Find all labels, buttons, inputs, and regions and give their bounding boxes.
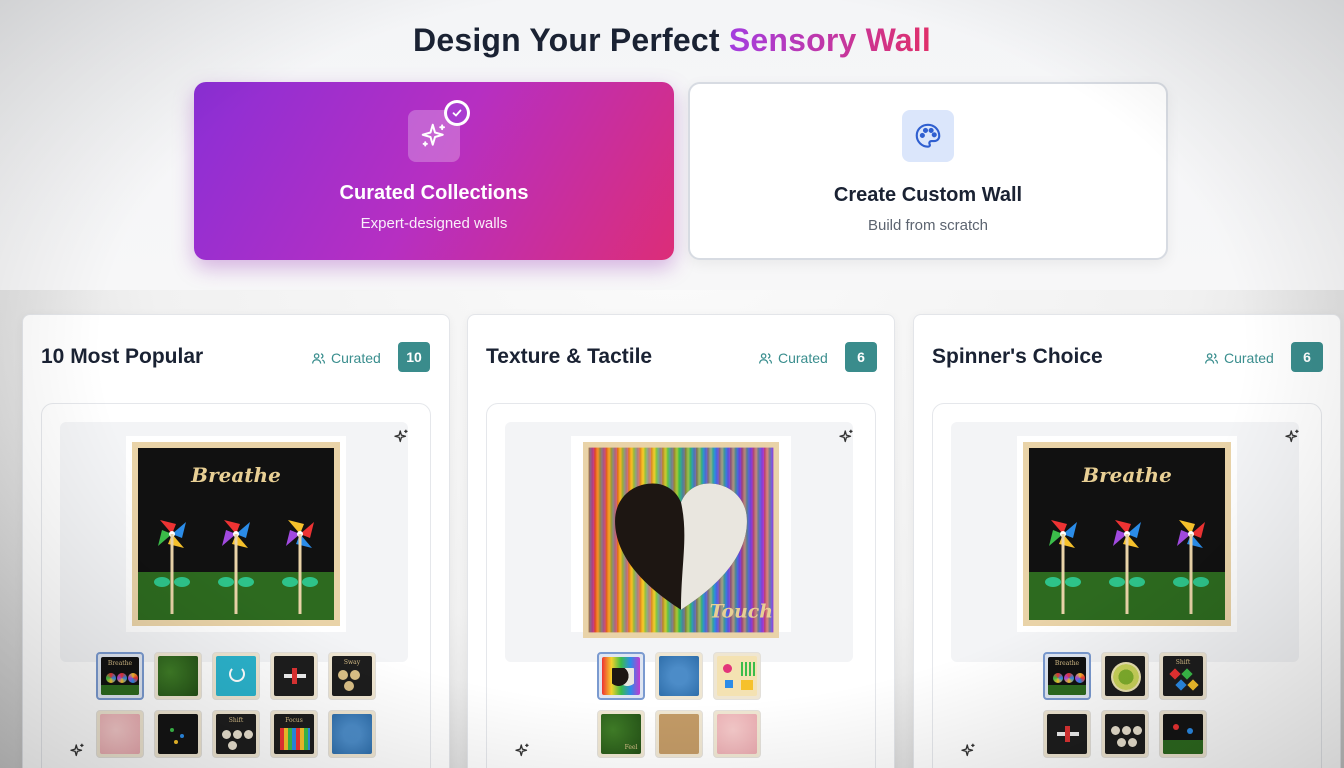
thumbnail-plane[interactable] [1043, 710, 1091, 758]
thumbnail-pinwheels[interactable]: Breathe [1043, 652, 1091, 700]
count-badge: 10 [398, 342, 430, 372]
thumbnail-dark-dots[interactable] [154, 710, 202, 758]
hero-image-pinwheels[interactable]: Breathe [126, 436, 346, 632]
curated-tag: Curated [311, 350, 381, 366]
sparkles-icon [513, 742, 531, 765]
collection-preview[interactable]: Breathe Breathe Shift [932, 403, 1322, 768]
thumbnail-cork[interactable] [655, 710, 703, 758]
users-icon [758, 352, 773, 364]
selected-check-icon [444, 100, 470, 126]
thumbnail-coins[interactable]: Sway [328, 652, 376, 700]
thumbnail-diamonds[interactable]: Shift [1159, 652, 1207, 700]
hero-image-frame: Breathe [60, 422, 408, 662]
thumbnail-abacus[interactable]: Focus [270, 710, 318, 758]
thumbnail-moss[interactable] [154, 652, 202, 700]
create-custom-wall-subtitle: Build from scratch [867, 217, 989, 234]
sparkles-icon [68, 742, 86, 765]
collection-card-texture-tactile[interactable]: Texture & Tactile Curated 6 Touch Feel [467, 314, 895, 768]
hero-image-frame: Touch [505, 422, 853, 662]
sparkles-icon[interactable] [837, 428, 855, 451]
thumbnail-heart[interactable] [597, 652, 645, 700]
thumbnail-pink[interactable] [713, 710, 761, 758]
users-icon [311, 352, 326, 364]
create-custom-wall-title: Create Custom Wall [833, 184, 1023, 206]
thumbnail-blue-texture[interactable] [655, 652, 703, 700]
thumbnail-pinwheels[interactable]: Breathe [96, 652, 144, 700]
thumbnail-flowers[interactable] [713, 652, 761, 700]
users-icon [1204, 352, 1219, 364]
thumbnail-moss[interactable]: Feel [597, 710, 645, 758]
svg-text:Breathe: Breathe [190, 463, 281, 487]
thumbnail-pink[interactable] [96, 710, 144, 758]
hero-image-heart[interactable]: Touch [571, 436, 791, 638]
thumbnail-garden[interactable] [1159, 710, 1207, 758]
count-badge: 6 [1291, 342, 1323, 372]
collection-preview[interactable]: Breathe Breathe Sway Shift Focus [41, 403, 431, 768]
sparkles-icon [408, 100, 470, 162]
thumbnail-smiley[interactable] [212, 652, 260, 700]
page-title: Design Your Perfect Sensory Wall [413, 22, 931, 58]
thumbnail-blue-texture[interactable] [328, 710, 376, 758]
curated-collections-card[interactable]: Curated Collections Expert-designed wall… [194, 82, 674, 260]
hero-image-pinwheels[interactable]: Breathe [1017, 436, 1237, 632]
collection-preview[interactable]: Touch Feel [486, 403, 876, 768]
thumbnail-plane[interactable] [270, 652, 318, 700]
thumbnail-coins-dark[interactable] [1101, 710, 1149, 758]
curated-collections-subtitle: Expert-designed walls [360, 215, 508, 232]
create-custom-wall-card[interactable]: Create Custom Wall Build from scratch [688, 82, 1168, 260]
sparkles-icon[interactable] [1283, 428, 1301, 451]
curated-collections-title: Curated Collections [339, 182, 529, 204]
thumbnail-spinner-disc[interactable] [1101, 652, 1149, 700]
page-title-accent: Sensory Wall [728, 22, 931, 58]
collection-title: Texture & Tactile [486, 345, 653, 368]
thumbnail-coins-dark[interactable]: Shift [212, 710, 260, 758]
collection-card-most-popular[interactable]: 10 Most Popular Curated 10 Breathe Breat… [22, 314, 450, 768]
sparkles-icon[interactable] [392, 428, 410, 451]
sparkles-icon [959, 742, 977, 765]
collection-title: Spinner's Choice [932, 345, 1103, 368]
hero-image-frame: Breathe [951, 422, 1299, 662]
curated-tag: Curated [1204, 350, 1274, 366]
svg-text:Touch: Touch [710, 600, 773, 622]
collection-card-spinners-choice[interactable]: Spinner's Choice Curated 6 Breathe Breat… [913, 314, 1341, 768]
collection-title: 10 Most Popular [41, 345, 204, 368]
curated-tag: Curated [758, 350, 828, 366]
count-badge: 6 [845, 342, 877, 372]
svg-text:Breathe: Breathe [1081, 463, 1172, 487]
palette-icon [902, 110, 954, 162]
